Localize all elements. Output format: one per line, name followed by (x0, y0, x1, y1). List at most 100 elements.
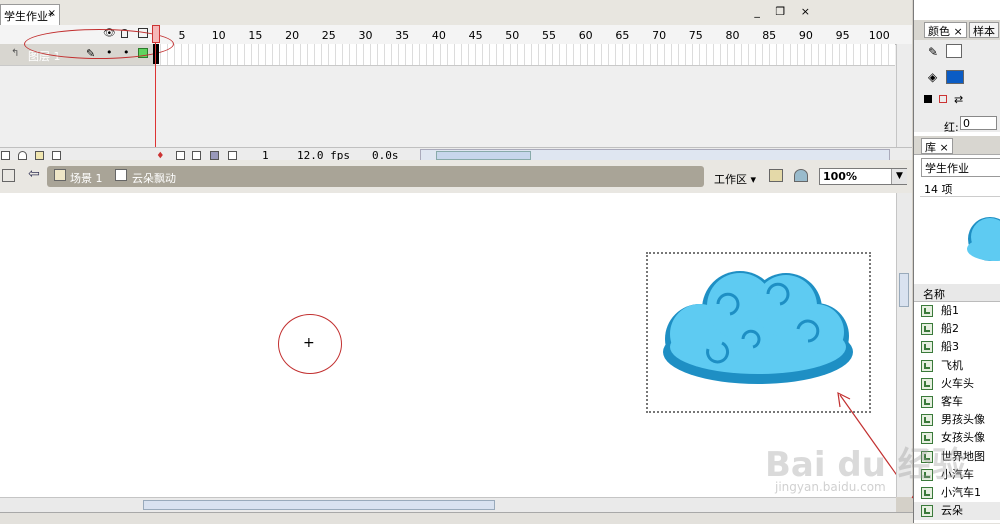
frame-number: 60 (578, 29, 593, 42)
movieclip-symbol-icon (921, 359, 933, 372)
stage-hscroll-thumb[interactable] (143, 500, 495, 510)
library-item-label: 客车 (941, 394, 963, 408)
keyframe[interactable] (153, 44, 159, 64)
library-item-label: 飞机 (941, 358, 963, 372)
red-label: 红: (944, 121, 959, 134)
timeline-scroll-thumb[interactable] (436, 151, 531, 160)
frame-number: 15 (248, 29, 263, 42)
minimize-button[interactable]: _ (754, 5, 766, 18)
library-item[interactable]: 云朵 (914, 502, 1000, 521)
workspace-dropdown[interactable]: 工作区 ▾ (714, 171, 756, 187)
edit-multiple-frames-icon[interactable] (210, 151, 219, 160)
frame-number: 65 (615, 29, 630, 42)
stage-vscroll-thumb[interactable] (899, 273, 909, 307)
watermark-url: jingyan.baidu.com (775, 480, 886, 494)
timeline-panel: 👁 15101520253035404550556065707580859095… (0, 25, 912, 178)
frame-number: 20 (285, 29, 300, 42)
library-column-header[interactable]: 名称 (914, 284, 1000, 302)
library-item[interactable]: 飞机 (914, 357, 1000, 375)
symbol-icon (115, 169, 127, 181)
frame-number: 35 (395, 29, 410, 42)
fill-color-swatch[interactable] (946, 70, 964, 84)
edit-bar: ⇦ 场景 1 云朵飘动 工作区 ▾ 100% ▼ (0, 160, 912, 194)
stroke-color-swatch[interactable] (946, 44, 962, 58)
watermark-logo: Bai du 经验 (765, 445, 966, 485)
movieclip-symbol-icon (921, 305, 933, 317)
tab-color-label: 颜色 (928, 25, 950, 38)
zoom-dropdown-arrow[interactable]: ▼ (891, 169, 907, 184)
edit-scene-icon[interactable] (769, 169, 783, 182)
library-item-label: 小汽车1 (941, 485, 981, 499)
stroke-pencil-icon[interactable]: ✎ (928, 45, 938, 59)
playhead[interactable] (152, 25, 160, 43)
library-item[interactable]: 客车 (914, 393, 1000, 411)
tab-swatches[interactable]: 样本 (969, 22, 999, 38)
swap-colors-icon[interactable]: ⇄ (954, 93, 963, 106)
no-color-icon[interactable] (939, 95, 947, 103)
color-panel-tabs: 颜色 × 样本 (914, 20, 1000, 41)
library-item[interactable]: 男孩头像 (914, 411, 1000, 429)
tab-color[interactable]: 颜色 × (924, 22, 967, 38)
library-item-label: 船3 (941, 340, 959, 354)
library-item-label: 火车头 (941, 376, 974, 390)
fill-bucket-icon[interactable]: ◈ (928, 70, 937, 84)
onion-outlines-icon[interactable] (192, 151, 201, 160)
library-item[interactable]: 船1 (914, 302, 1000, 320)
zoom-value: 100% (823, 170, 857, 183)
add-motion-guide-icon[interactable] (18, 151, 27, 160)
movieclip-symbol-icon (921, 341, 933, 354)
layer-type-icon: ↰ (11, 48, 20, 59)
breadcrumb-scene[interactable]: 场景 1 (70, 170, 103, 186)
document-tab[interactable]: 学生作业* × (0, 4, 60, 25)
red-value-input[interactable]: 0 (960, 116, 997, 130)
close-tab-icon[interactable]: × (48, 8, 56, 19)
library-item-label: 云朵 (941, 504, 963, 518)
frame-number: 90 (798, 29, 813, 42)
timeline-vertical-scrollbar[interactable] (896, 44, 912, 149)
back-arrow-icon[interactable]: ⇦ (28, 166, 40, 182)
library-item-label: 船2 (941, 322, 959, 336)
default-colors-icon[interactable] (924, 95, 932, 103)
frame-number: 5 (178, 29, 186, 42)
movieclip-symbol-icon (921, 414, 933, 427)
frame-number: 10 (211, 29, 226, 42)
library-item-label: 男孩头像 (941, 413, 985, 427)
close-button[interactable]: × (801, 5, 816, 18)
library-preview (920, 196, 1000, 286)
library-item[interactable]: 火车头 (914, 375, 1000, 393)
library-document-select[interactable]: 学生作业 (921, 158, 1000, 177)
frame-number: 75 (688, 29, 703, 42)
workspace-label: 工作区 (714, 173, 747, 186)
movieclip-symbol-icon (921, 377, 933, 390)
tab-library-label: 库 (925, 141, 936, 154)
stage-horizontal-scrollbar[interactable] (0, 497, 896, 512)
movieclip-symbol-icon (921, 486, 933, 499)
frame-number: 25 (321, 29, 336, 42)
timeline-toggle-icon[interactable] (2, 169, 15, 182)
status-strip (0, 512, 1000, 524)
frame-number: 50 (505, 29, 520, 42)
onion-skin-icon[interactable] (176, 151, 185, 160)
library-item[interactable]: 小汽车1 (914, 484, 1000, 502)
frame-number: 45 (468, 29, 483, 42)
library-list: 船1 船2 船3 飞机 火车头 客车 男孩头像 女孩头像 世界地图 小汽车 小汽车1 云朵 (914, 302, 1000, 521)
restore-button[interactable]: ❐ (775, 5, 791, 18)
delete-layer-icon[interactable] (52, 151, 61, 160)
library-item-count: 14 项 (924, 183, 953, 196)
edit-symbols-icon[interactable] (794, 169, 808, 182)
document-tab-bar: 学生作业* × _ ❐ × (0, 0, 912, 26)
frame-number: 30 (358, 29, 373, 42)
breadcrumb-symbol[interactable]: 云朵飘动 (132, 170, 176, 186)
library-item[interactable]: 船2 (914, 320, 1000, 338)
modify-onion-markers-icon[interactable] (228, 151, 237, 160)
insert-folder-icon[interactable] (35, 151, 44, 160)
frame-number: 95 (835, 29, 850, 42)
library-item-label: 船1 (941, 304, 959, 317)
tab-library[interactable]: 库 × (921, 138, 953, 154)
movieclip-symbol-icon (921, 505, 933, 518)
frame-number: 85 (762, 29, 777, 42)
library-item[interactable]: 船3 (914, 338, 1000, 356)
color-panel-body: ✎ ◈ ⇄ 红: 0 (914, 40, 1000, 134)
insert-layer-icon[interactable] (1, 151, 10, 160)
movieclip-symbol-icon (921, 323, 933, 336)
